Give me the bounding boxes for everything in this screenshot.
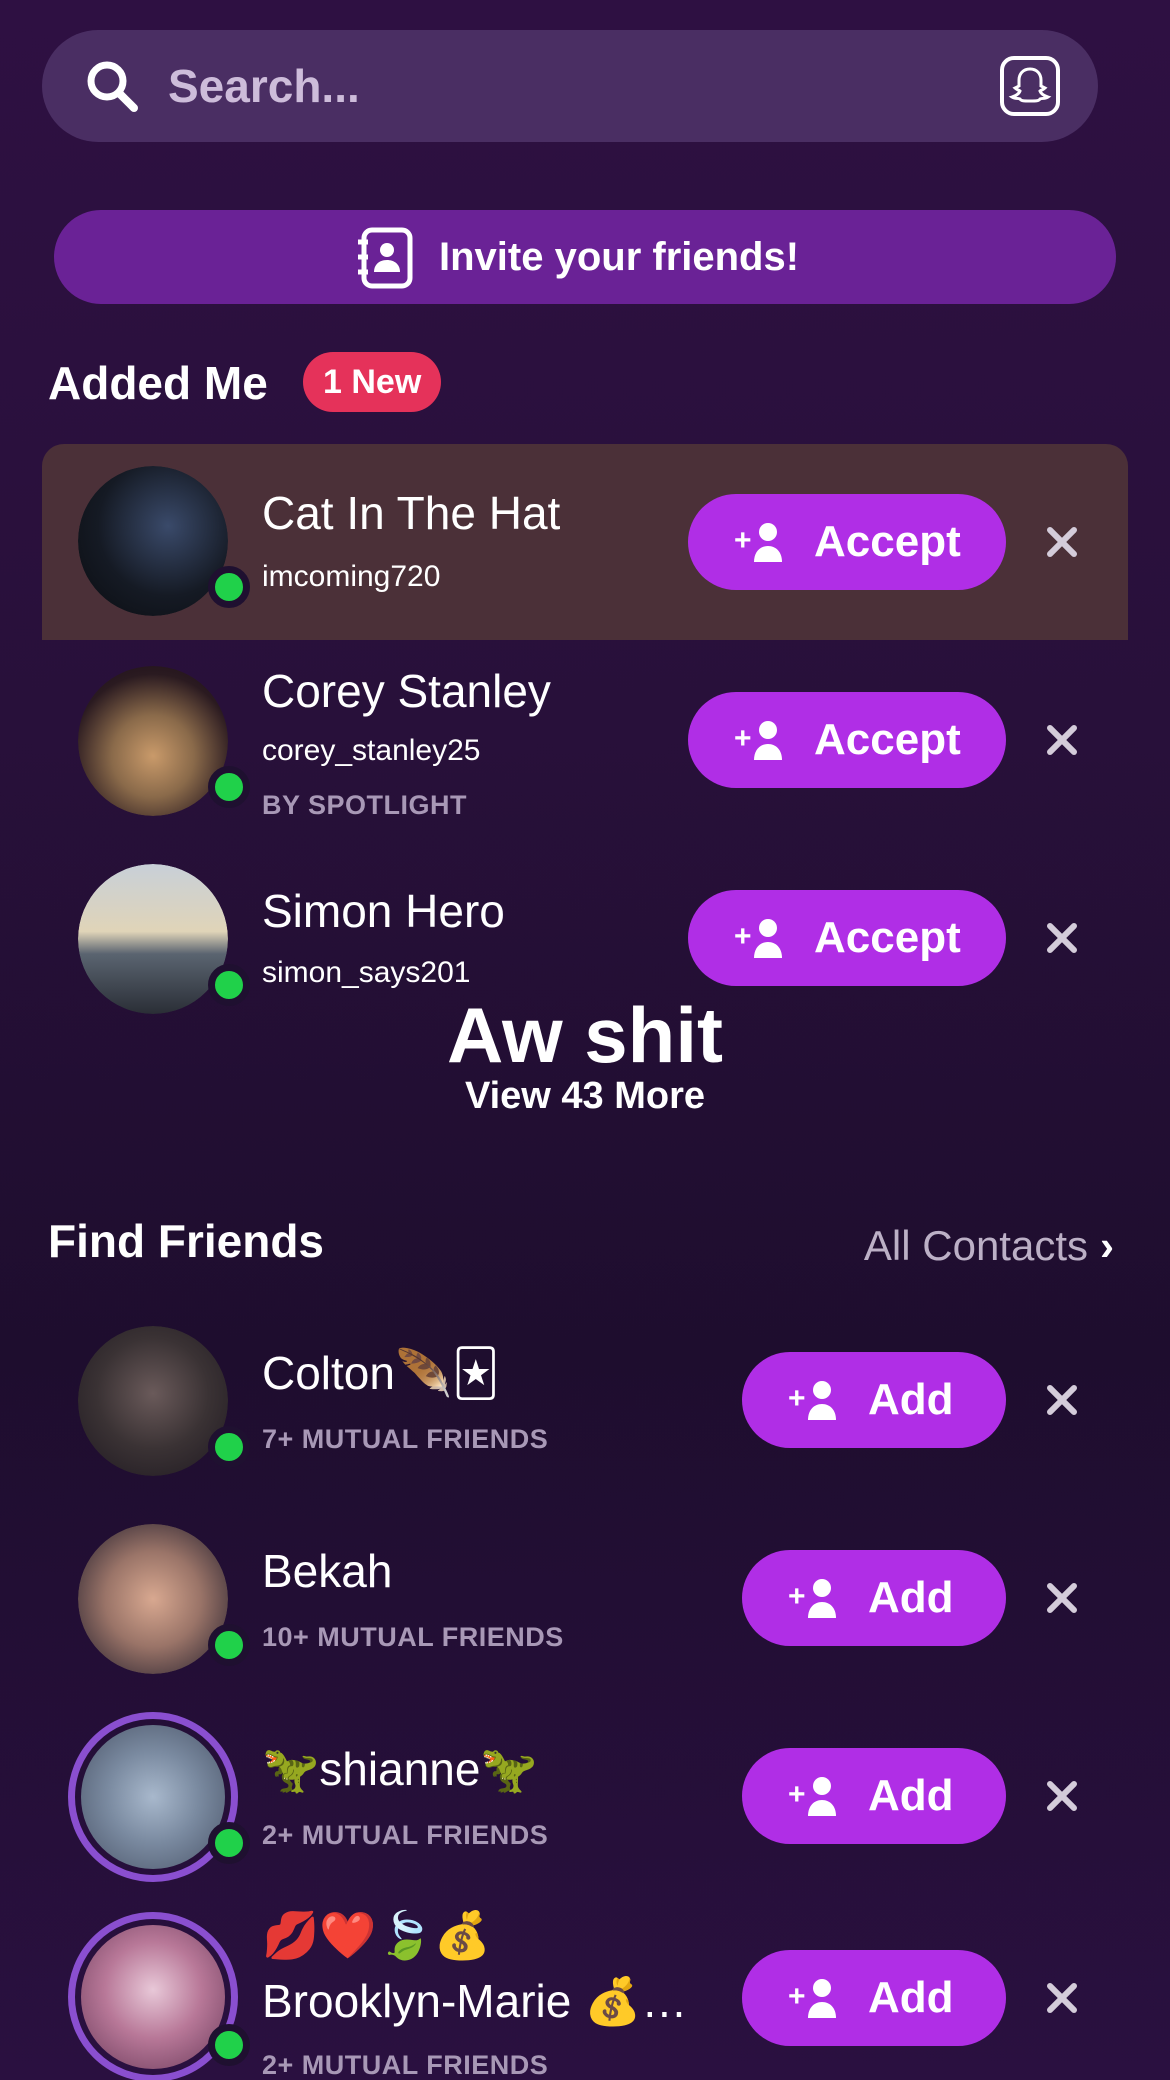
online-indicator: [208, 1822, 250, 1864]
svg-text:+: +: [788, 1382, 806, 1415]
dismiss-icon[interactable]: [1042, 522, 1082, 562]
find-friend-row[interactable]: 🦖shianne🦖 2+ MUTUAL FRIENDS + Add: [42, 1696, 1128, 1894]
avatar[interactable]: [78, 466, 228, 616]
friend-name: Bekah: [262, 1545, 393, 1597]
friend-name: Brooklyn-Marie 💰…: [262, 1975, 688, 2027]
accept-label: Accept: [814, 715, 961, 764]
invite-friends-button[interactable]: Invite your friends!: [54, 210, 1116, 304]
svg-text:+: +: [734, 920, 752, 953]
accept-button[interactable]: + Accept: [688, 494, 1006, 590]
friend-username: simon_says201: [262, 956, 471, 989]
view-more-link[interactable]: View 43 More: [0, 1075, 1170, 1118]
dismiss-icon[interactable]: [1042, 1578, 1082, 1618]
online-indicator: [208, 766, 250, 808]
add-button[interactable]: + Add: [742, 1748, 1006, 1844]
svg-text:+: +: [734, 722, 752, 755]
svg-text:+: +: [788, 1980, 806, 2013]
dismiss-icon[interactable]: [1042, 1978, 1082, 2018]
mutual-friends: 2+ MUTUAL FRIENDS: [262, 1820, 549, 1850]
chevron-right-icon: ›: [1100, 1222, 1114, 1269]
mutual-friends: 7+ MUTUAL FRIENDS: [262, 1424, 549, 1454]
find-friends-title: Find Friends: [48, 1215, 324, 1267]
add-label: Add: [868, 1973, 954, 2022]
add-friend-icon: +: [788, 1979, 836, 2018]
add-button[interactable]: + Add: [742, 1352, 1006, 1448]
online-indicator: [208, 1624, 250, 1666]
add-friend-icon: +: [734, 721, 782, 760]
all-contacts-link[interactable]: All Contacts ›: [864, 1216, 1114, 1276]
contacts-book-icon: [358, 227, 413, 289]
mutual-friends: 10+ MUTUAL FRIENDS: [262, 1622, 564, 1652]
svg-text:+: +: [734, 524, 752, 557]
search-icon: [87, 61, 138, 112]
add-friend-icon: +: [734, 523, 782, 562]
ghost-profile-icon[interactable]: [1000, 56, 1060, 116]
add-button[interactable]: + Add: [742, 1550, 1006, 1646]
dismiss-icon[interactable]: [1042, 720, 1082, 760]
add-friend-icon: +: [788, 1777, 836, 1816]
friend-name: Cat In The Hat: [262, 487, 561, 539]
add-label: Add: [868, 1573, 954, 1622]
accept-button[interactable]: + Accept: [688, 692, 1006, 788]
search-bar[interactable]: Search...: [42, 30, 1098, 142]
added-me-row[interactable]: Cat In The Hat imcoming720 + Accept: [42, 444, 1128, 640]
new-badge: 1 New: [303, 352, 442, 412]
add-friend-icon: +: [788, 1579, 836, 1618]
svg-text:+: +: [788, 1580, 806, 1613]
dismiss-icon[interactable]: [1042, 1380, 1082, 1420]
avatar[interactable]: [78, 666, 228, 816]
accept-button[interactable]: + Accept: [688, 890, 1006, 986]
search-input[interactable]: Search...: [168, 30, 360, 142]
friend-name: Corey Stanley: [262, 665, 551, 717]
online-indicator: [208, 566, 250, 608]
online-indicator: [208, 1426, 250, 1468]
dismiss-icon[interactable]: [1042, 918, 1082, 958]
accept-label: Accept: [814, 913, 961, 962]
add-label: Add: [868, 1375, 954, 1424]
add-label: Add: [868, 1771, 954, 1820]
overlay-caption: Aw shit: [447, 991, 723, 1079]
add-friend-icon: +: [734, 919, 782, 958]
friend-username: corey_stanley25: [262, 734, 481, 767]
added-me-row[interactable]: Corey Stanley corey_stanley25 BY SPOTLIG…: [42, 640, 1128, 838]
added-me-title: Added Me: [48, 357, 268, 409]
mutual-friends: 2+ MUTUAL FRIENDS: [262, 2050, 549, 2080]
friend-name: Simon Hero: [262, 885, 505, 937]
friend-username: imcoming720: [262, 560, 441, 593]
friend-source: BY SPOTLIGHT: [262, 790, 468, 820]
all-contacts-label: All Contacts: [863, 1222, 1088, 1269]
dismiss-icon[interactable]: [1042, 1776, 1082, 1816]
find-friend-row[interactable]: Bekah 10+ MUTUAL FRIENDS + Add: [42, 1498, 1128, 1696]
friend-name: Colton🪶🃏: [262, 1347, 500, 1399]
svg-text:+: +: [788, 1778, 806, 1811]
avatar[interactable]: [78, 1326, 228, 1476]
online-indicator: [208, 2024, 250, 2066]
friend-name: 🦖shianne🦖: [262, 1743, 538, 1795]
add-button[interactable]: + Add: [742, 1950, 1006, 2046]
friend-emoji-line: 💋❤️🍃💰: [262, 1909, 492, 1961]
add-friend-icon: +: [788, 1381, 836, 1420]
invite-label: Invite your friends!: [439, 235, 800, 279]
avatar[interactable]: [78, 1524, 228, 1674]
find-friend-row[interactable]: Colton🪶🃏 7+ MUTUAL FRIENDS + Add: [42, 1300, 1128, 1498]
find-friend-row[interactable]: 💋❤️🍃💰 Brooklyn-Marie 💰… 2+ MUTUAL FRIEND…: [42, 1894, 1128, 2080]
accept-label: Accept: [814, 517, 961, 566]
